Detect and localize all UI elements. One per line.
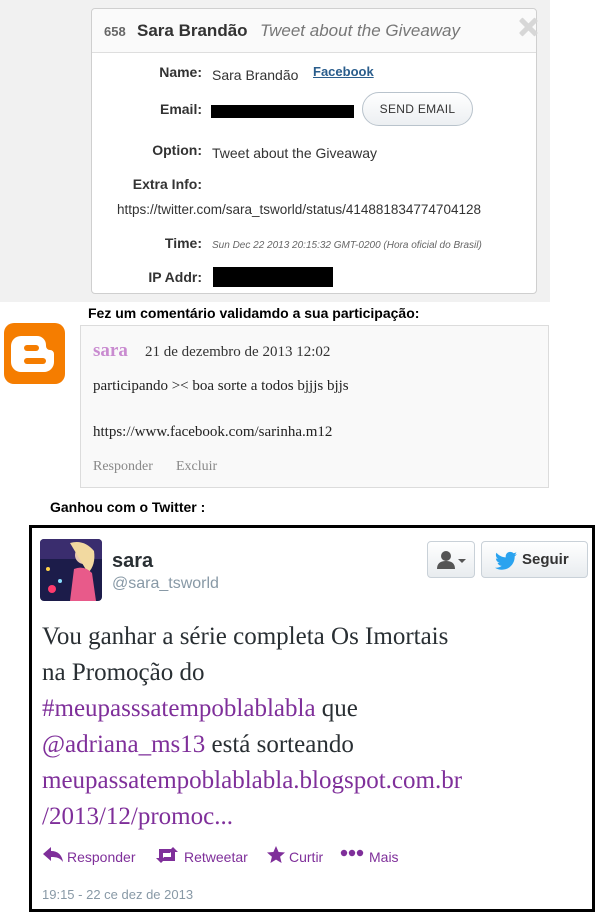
comment-delete-link[interactable]: Excluir xyxy=(176,459,217,475)
time-value: Sun Dec 22 2013 20:15:32 GMT-0200 (Hora … xyxy=(212,240,482,251)
more-action[interactable]: Mais xyxy=(340,846,399,867)
tweet-timestamp[interactable]: 19:15 - 22 ce dez de 2013 xyxy=(42,887,193,902)
entry-id: 658 xyxy=(104,24,126,39)
comment-box: sara 21 de dezembro de 2013 12:02 partic… xyxy=(80,325,549,488)
tweet-line-1: Vou ganhar a série completa Os Imortais xyxy=(42,623,449,650)
entry-option-title: Tweet about the Giveaway xyxy=(260,21,461,40)
hashtag-link[interactable]: #meupasssatempoblablabla xyxy=(42,695,316,722)
name-label: Name: xyxy=(159,64,202,80)
tweet-line-4: @adriana_ms13 está sorteando xyxy=(42,727,592,763)
name-value: Sara Brandão xyxy=(212,67,299,83)
tweet-card: sara @sara_tsworld Seguir Vou ganhar a s… xyxy=(29,525,595,912)
tweet-sorteando: está sorteando xyxy=(205,731,354,758)
tweet-line-3: #meupasssatempoblablabla que xyxy=(42,691,592,727)
favorite-action[interactable]: Curtir xyxy=(266,846,323,867)
comment-text: participando >< boa sorte a todos bjjjs … xyxy=(93,378,349,394)
mention-link[interactable]: @adriana_ms13 xyxy=(42,731,205,758)
twitter-bird-icon xyxy=(495,551,517,570)
extra-info-label: Extra Info: xyxy=(132,176,202,192)
option-value: Tweet about the Giveaway xyxy=(212,145,377,161)
entry-header: 658 Sara Brandão Tweet about the Giveawa… xyxy=(92,9,536,53)
comment-author[interactable]: sara xyxy=(93,340,128,362)
send-email-button[interactable]: SEND EMAIL xyxy=(362,92,473,126)
extra-info-value: https://twitter.com/sara_tsworld/status/… xyxy=(117,202,481,217)
tweet-author-handle[interactable]: @sara_tsworld xyxy=(112,575,219,593)
tweet-author-name[interactable]: sara xyxy=(112,550,153,573)
follow-label: Seguir xyxy=(522,551,569,568)
reply-icon xyxy=(43,847,63,862)
follow-button[interactable]: Seguir xyxy=(481,541,588,578)
tweet-text: Vou ganhar a série completa Os Imortais … xyxy=(42,619,592,835)
comment-caption: Fez um comentário validamdo a sua partic… xyxy=(88,305,420,321)
url-link-line-2[interactable]: /2013/12/promoc... xyxy=(42,799,592,835)
ip-redacted xyxy=(213,267,333,287)
close-icon[interactable] xyxy=(517,16,539,38)
comment-link: https://www.facebook.com/sarinha.m12 xyxy=(93,424,333,440)
entry-name: Sara Brandão xyxy=(137,21,248,40)
blogger-logo-icon xyxy=(4,323,65,384)
reply-action[interactable]: Responder xyxy=(42,846,136,867)
more-label: Mais xyxy=(369,849,399,865)
retweet-label: Retweetar xyxy=(184,849,248,865)
facebook-link[interactable]: Facebook xyxy=(313,64,374,79)
star-icon xyxy=(267,846,285,863)
option-label: Option: xyxy=(152,142,202,158)
comment-date[interactable]: 21 de dezembro de 2013 12:02 xyxy=(145,344,330,361)
tweet-line-2: na Promoção do xyxy=(42,659,205,686)
avatar[interactable] xyxy=(40,539,102,601)
time-label: Time: xyxy=(164,235,202,251)
reply-label: Responder xyxy=(67,849,136,865)
retweet-icon xyxy=(156,847,178,863)
url-link-line-1[interactable]: meupassatempoblablabla.blogspot.com.br xyxy=(42,763,592,799)
user-actions-button[interactable] xyxy=(427,541,475,578)
ip-label: IP Addr: xyxy=(148,269,202,285)
email-redacted xyxy=(211,105,354,118)
twitter-caption: Ganhou com o Twitter : xyxy=(50,499,206,515)
more-dots-icon xyxy=(340,849,364,857)
tweet-que: que xyxy=(315,695,358,722)
retweet-action[interactable]: Retweetar xyxy=(154,846,248,867)
favorite-label: Curtir xyxy=(289,849,324,865)
person-dropdown-icon xyxy=(437,551,466,569)
email-label: Email: xyxy=(159,101,202,117)
entry-card: 658 Sara Brandão Tweet about the Giveawa… xyxy=(91,8,537,294)
comment-reply-link[interactable]: Responder xyxy=(93,459,153,475)
